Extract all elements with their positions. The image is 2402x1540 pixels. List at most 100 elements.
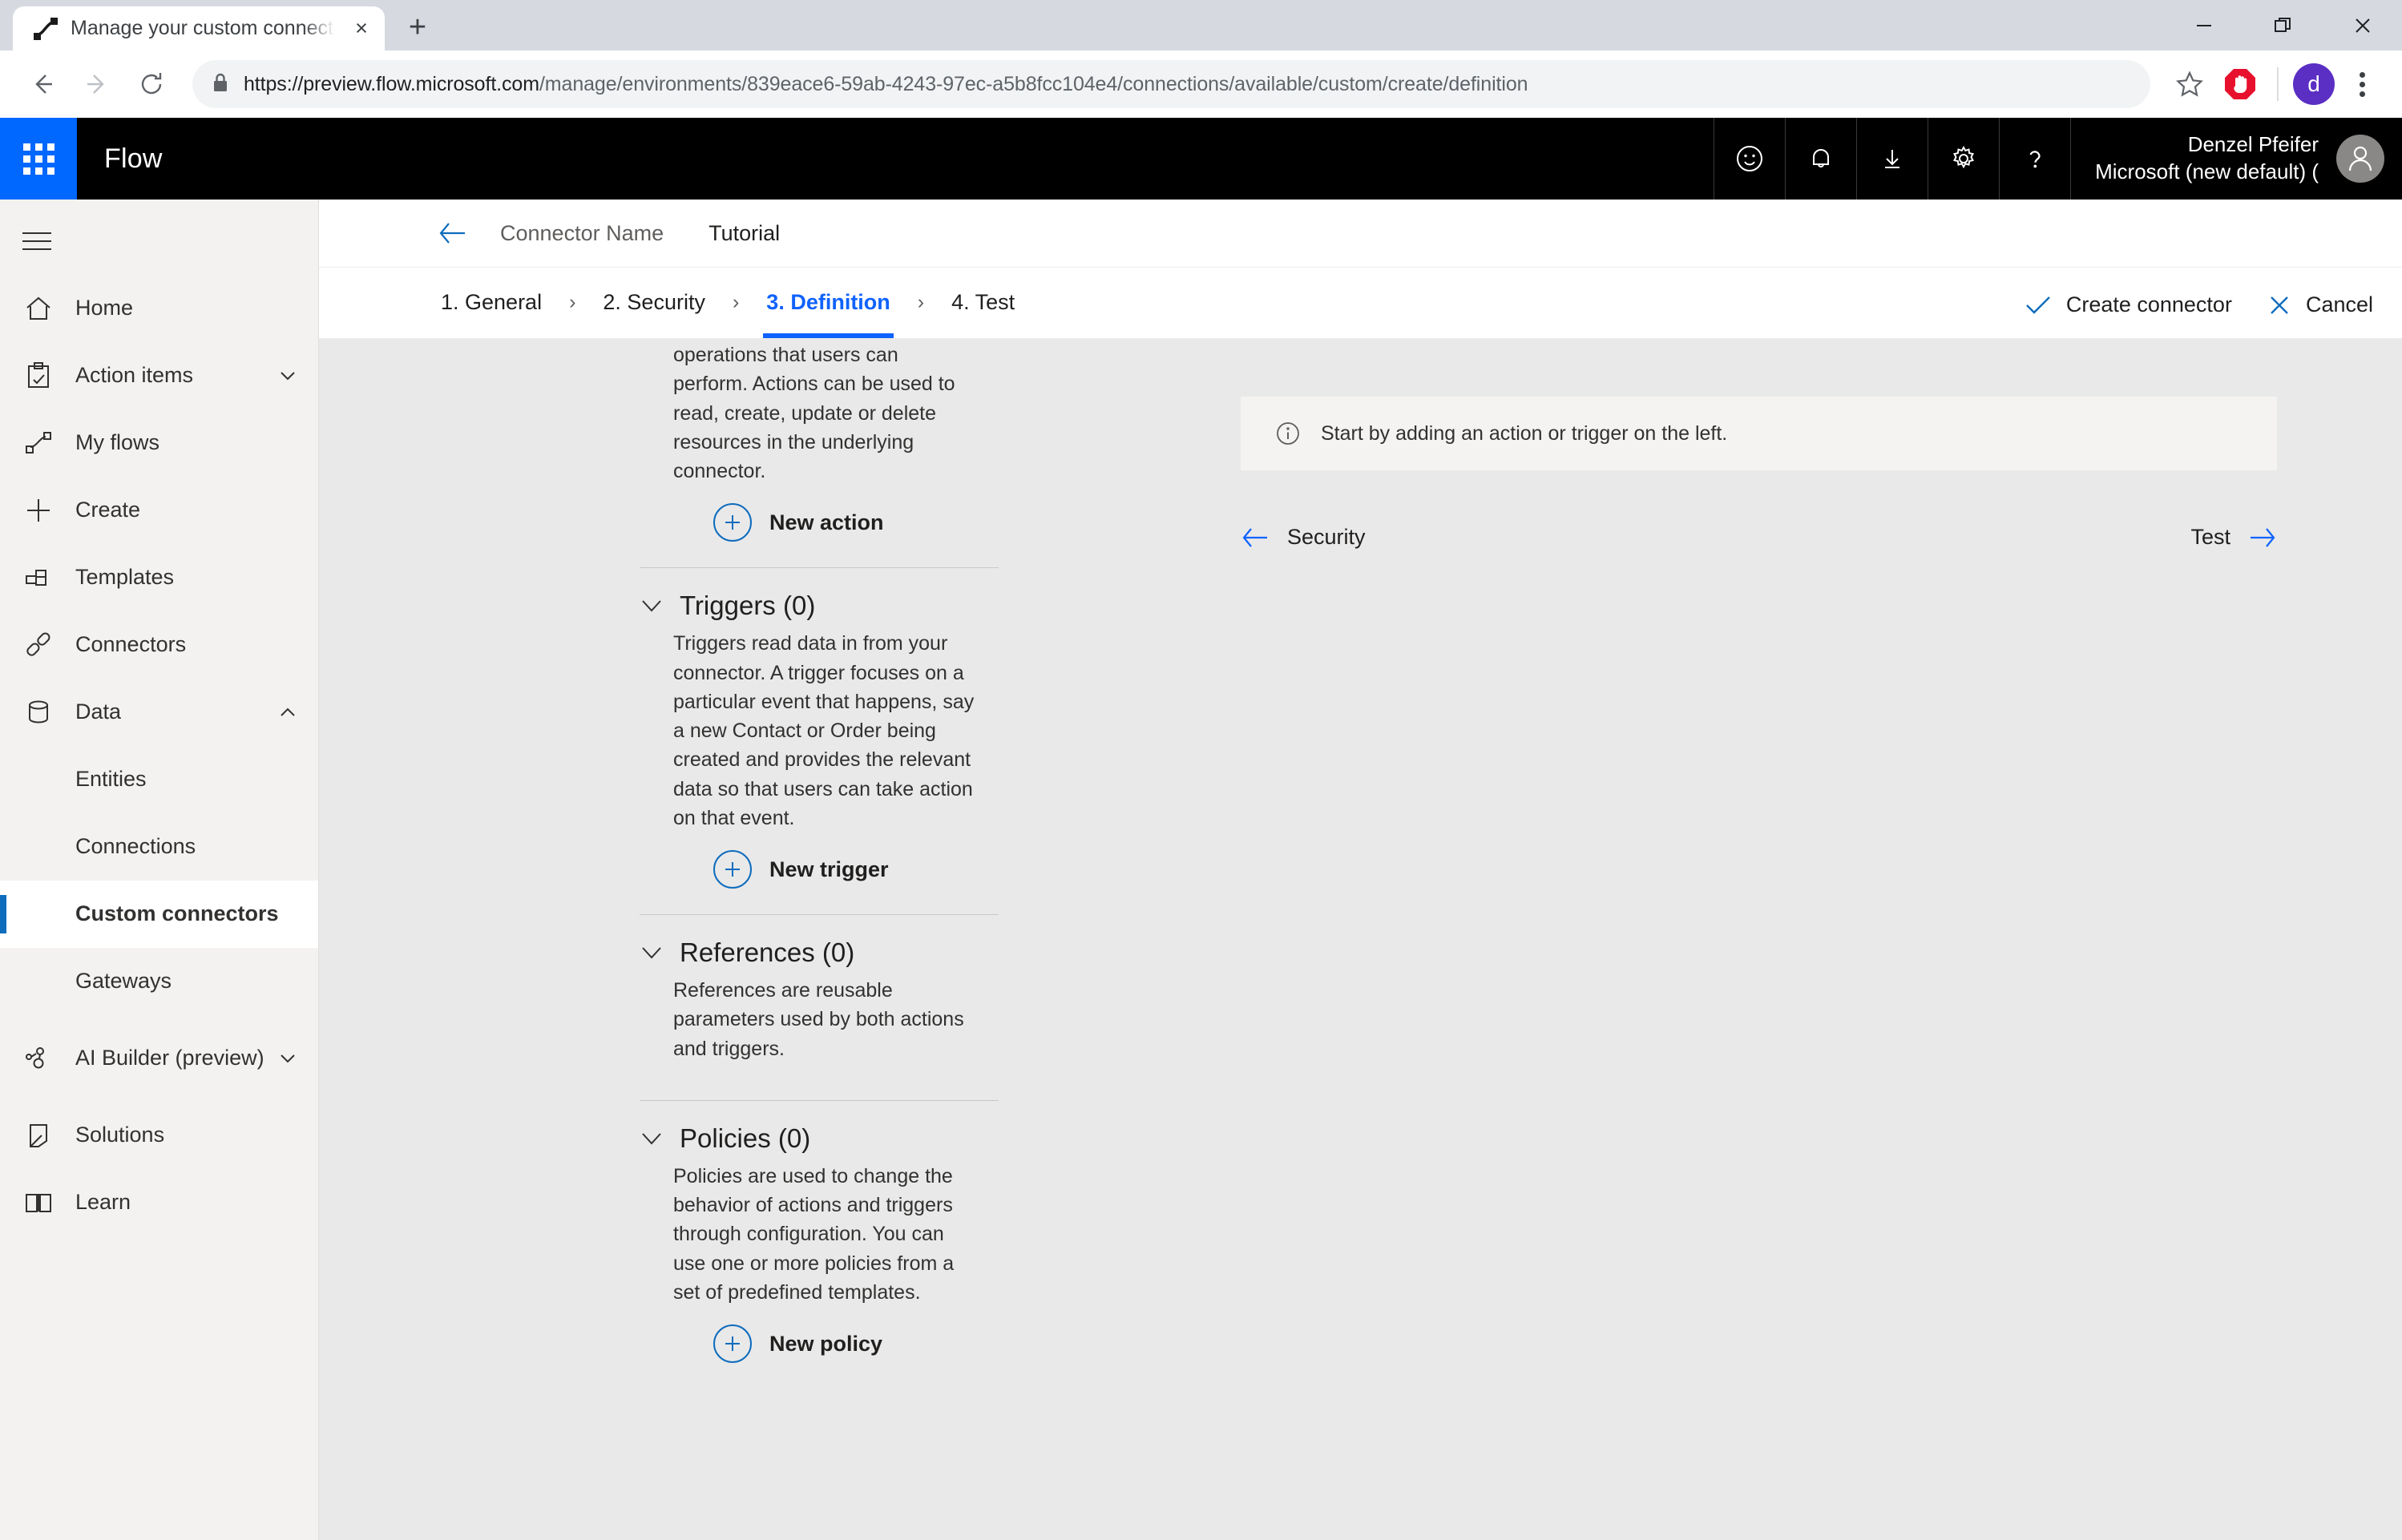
address-bar[interactable]: https://preview.flow.microsoft.com/manag… bbox=[192, 60, 2150, 108]
sidebar-item-create[interactable]: Create bbox=[0, 477, 318, 544]
sidebar-item-entities[interactable]: Entities bbox=[0, 746, 318, 813]
toolbar-divider bbox=[2277, 67, 2279, 101]
bookmark-star-icon[interactable] bbox=[2166, 61, 2213, 107]
breadcrumb-tutorial[interactable]: Tutorial bbox=[708, 221, 780, 246]
chevron-down-icon[interactable] bbox=[640, 944, 664, 961]
waffle-dot bbox=[34, 155, 42, 163]
sidebar-item-connectors[interactable]: Connectors bbox=[0, 611, 318, 679]
bell-icon[interactable] bbox=[1785, 118, 1856, 200]
chevron-down-icon[interactable] bbox=[640, 1130, 664, 1147]
breadcrumb-connector-name[interactable]: Connector Name bbox=[500, 221, 664, 246]
back-arrow-icon[interactable] bbox=[438, 220, 479, 247]
tab-strip: Manage your custom connectors × + bbox=[0, 0, 439, 50]
chevron-down-icon[interactable] bbox=[275, 1047, 301, 1070]
minimize-button[interactable] bbox=[2164, 0, 2243, 50]
pager-next-test[interactable]: Test bbox=[2190, 525, 2277, 550]
app-brand-title[interactable]: Flow bbox=[77, 143, 163, 175]
sidebar-item-ai-builder[interactable]: AI Builder (preview) bbox=[0, 1015, 318, 1102]
sidebar-item-label: Connectors bbox=[75, 632, 187, 657]
avatar[interactable] bbox=[2336, 135, 2384, 183]
restore-button[interactable] bbox=[2243, 0, 2323, 50]
sidebar-item-learn[interactable]: Learn bbox=[0, 1169, 318, 1236]
sidebar: Home Action items My flows Create Templa… bbox=[0, 200, 319, 1540]
sidebar-item-data[interactable]: Data bbox=[0, 679, 318, 746]
clipboard-check-icon bbox=[22, 360, 75, 392]
pager-previous-security[interactable]: Security bbox=[1241, 525, 1366, 550]
download-icon[interactable] bbox=[1856, 118, 1928, 200]
waffle-dot bbox=[46, 155, 54, 163]
new-trigger-button[interactable]: New trigger bbox=[640, 832, 1154, 893]
sidebar-item-connections[interactable]: Connections bbox=[0, 813, 318, 881]
chevron-right-icon: › bbox=[569, 291, 576, 313]
sidebar-item-custom-connectors[interactable]: Custom connectors bbox=[0, 881, 318, 948]
flow-app: Flow Denzel Pfeifer Microsoft (new defau… bbox=[0, 118, 2402, 1540]
book-icon bbox=[22, 1187, 75, 1219]
database-icon bbox=[22, 696, 75, 728]
definition-canvas: Start by adding an action or trigger on … bbox=[1193, 339, 2402, 1540]
browser-toolbar: https://preview.flow.microsoft.com/manag… bbox=[0, 50, 2402, 118]
wizard-pager: Security Test bbox=[1241, 525, 2277, 550]
definition-content-area: operations that users can perform. Actio… bbox=[319, 339, 2402, 1540]
chevron-down-icon[interactable] bbox=[275, 365, 301, 387]
sidebar-item-label: Gateways bbox=[75, 969, 172, 994]
sidebar-item-label: My flows bbox=[75, 430, 160, 455]
cancel-button[interactable]: Cancel bbox=[2267, 292, 2373, 317]
sidebar-item-templates[interactable]: Templates bbox=[0, 544, 318, 611]
sidebar-item-label: Home bbox=[75, 296, 134, 320]
sidebar-toggle-button[interactable] bbox=[0, 208, 318, 275]
breadcrumb: Connector Name Tutorial bbox=[319, 200, 2402, 267]
wizard-step-definition[interactable]: 3. Definition bbox=[763, 267, 894, 338]
wizard-step-test[interactable]: 4. Test bbox=[948, 267, 1018, 338]
app-launcher-waffle[interactable] bbox=[0, 118, 77, 200]
triggers-section-header[interactable]: Triggers (0) bbox=[640, 570, 1154, 624]
browser-profile-avatar[interactable]: d bbox=[2293, 63, 2335, 105]
sidebar-item-label: Templates bbox=[75, 565, 175, 590]
kebab-dot bbox=[2359, 81, 2365, 87]
close-icon[interactable]: × bbox=[348, 15, 375, 42]
checkmark-icon bbox=[2025, 294, 2052, 316]
browser-menu-icon[interactable] bbox=[2339, 62, 2384, 107]
back-icon[interactable] bbox=[18, 59, 67, 109]
chevron-down-icon[interactable] bbox=[640, 597, 664, 615]
sidebar-item-home[interactable]: Home bbox=[0, 275, 318, 342]
plus-icon bbox=[713, 1324, 752, 1363]
browser-tab[interactable]: Manage your custom connectors × bbox=[13, 6, 385, 50]
sidebar-item-gateways[interactable]: Gateways bbox=[0, 948, 318, 1015]
connectors-icon bbox=[22, 629, 75, 661]
plus-icon bbox=[22, 494, 75, 526]
wizard-step-general[interactable]: 1. General bbox=[438, 267, 545, 338]
sidebar-item-label: Solutions bbox=[75, 1123, 165, 1147]
references-section-header[interactable]: References (0) bbox=[640, 917, 1154, 971]
help-icon[interactable] bbox=[1999, 118, 2070, 200]
pager-previous-label: Security bbox=[1287, 525, 1366, 549]
new-action-button[interactable]: New action bbox=[640, 486, 1154, 546]
forward-icon[interactable] bbox=[72, 59, 122, 109]
user-org: Microsoft (new default) ( bbox=[2095, 159, 2319, 183]
policies-section-header[interactable]: Policies (0) bbox=[640, 1103, 1154, 1157]
new-policy-label: New policy bbox=[769, 1331, 883, 1356]
wizard-step-bar: 1. General › 2. Security › 3. Definition… bbox=[319, 267, 2402, 339]
sidebar-item-label: Action items bbox=[75, 363, 194, 388]
smiley-icon[interactable] bbox=[1714, 118, 1785, 200]
actions-section: operations that users can perform. Actio… bbox=[640, 339, 1154, 546]
sidebar-item-my-flows[interactable]: My flows bbox=[0, 409, 318, 477]
create-connector-button[interactable]: Create connector bbox=[2025, 292, 2232, 317]
wizard-step-security[interactable]: 2. Security bbox=[599, 267, 708, 338]
browser-titlebar: Manage your custom connectors × + bbox=[0, 0, 2402, 50]
create-connector-label: Create connector bbox=[2065, 292, 2232, 316]
new-policy-button[interactable]: New policy bbox=[640, 1307, 1154, 1368]
adblock-extension-icon[interactable] bbox=[2218, 62, 2263, 107]
user-account-menu[interactable]: Denzel Pfeifer Microsoft (new default) ( bbox=[2070, 118, 2402, 200]
new-tab-button[interactable]: + bbox=[396, 6, 439, 49]
gear-icon[interactable] bbox=[1928, 118, 1999, 200]
close-button[interactable] bbox=[2323, 0, 2402, 50]
waffle-grid bbox=[22, 143, 54, 175]
sidebar-item-action-items[interactable]: Action items bbox=[0, 342, 318, 409]
reload-icon[interactable] bbox=[127, 59, 176, 109]
actions-description: operations that users can perform. Actio… bbox=[673, 344, 955, 482]
chevron-up-icon[interactable] bbox=[275, 701, 301, 724]
info-message-box: Start by adding an action or trigger on … bbox=[1241, 397, 2277, 470]
pager-next-label: Test bbox=[2190, 525, 2230, 549]
triggers-section: Triggers (0) Triggers read data in from … bbox=[640, 568, 1154, 893]
sidebar-item-solutions[interactable]: Solutions bbox=[0, 1102, 318, 1169]
